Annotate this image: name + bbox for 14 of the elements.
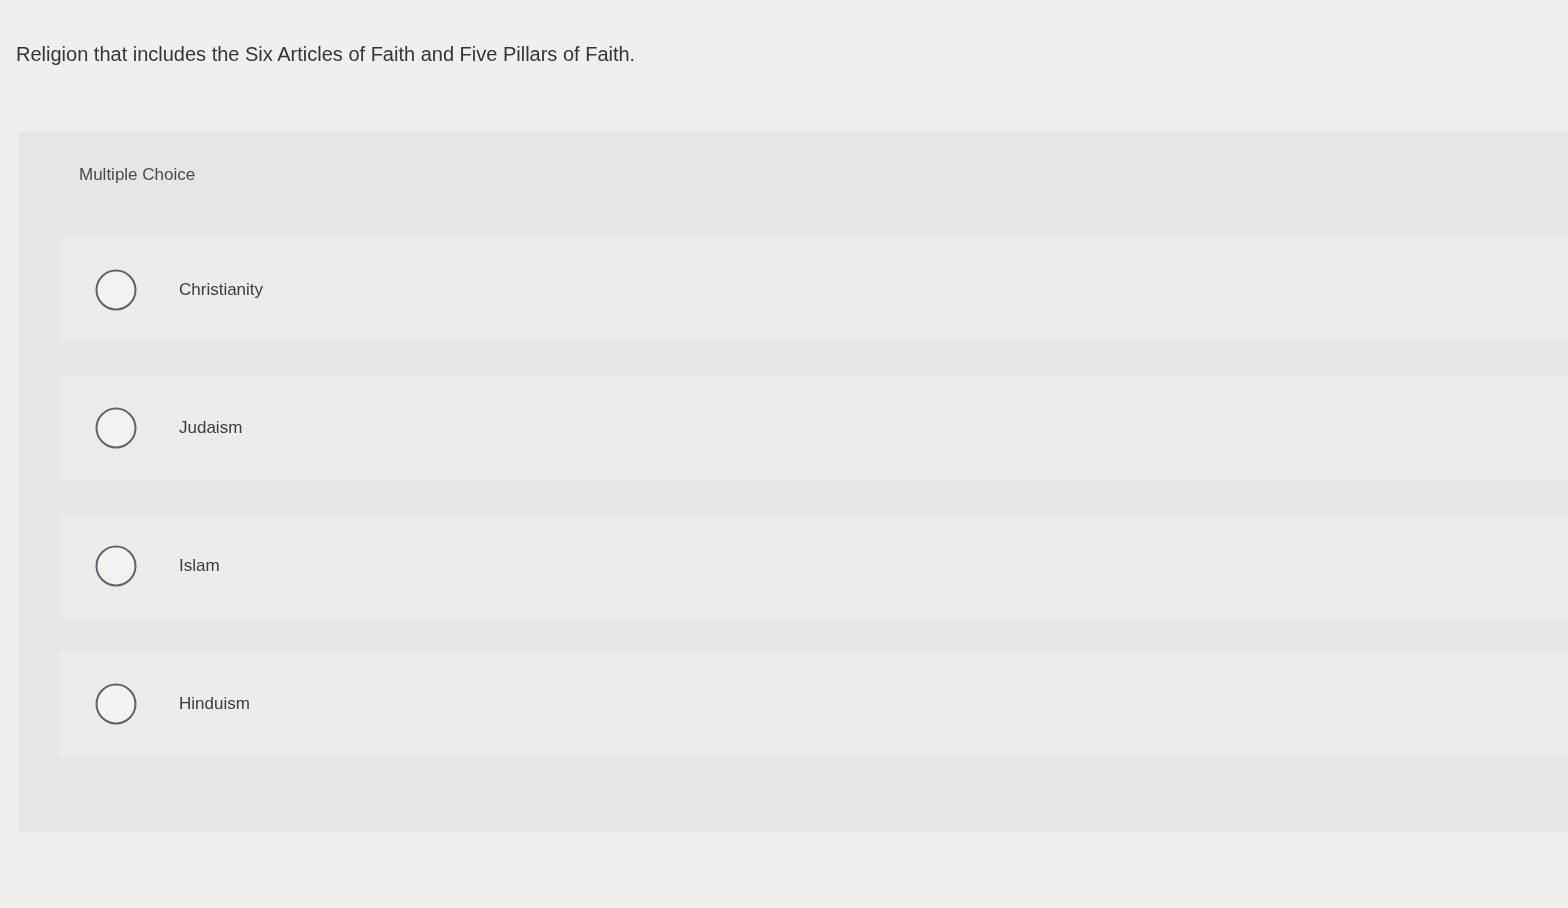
radio-button[interactable] <box>95 406 137 449</box>
answer-option[interactable]: Hinduism <box>60 651 1568 756</box>
radio-button[interactable] <box>95 544 137 587</box>
answer-option[interactable]: Judaism <box>60 375 1568 480</box>
radio-button[interactable] <box>95 682 137 725</box>
option-label: Islam <box>179 554 220 577</box>
answer-option[interactable]: Islam <box>60 513 1568 618</box>
radio-button[interactable] <box>95 268 137 311</box>
option-label: Judaism <box>179 416 243 439</box>
question-text: Religion that includes the Six Articles of Faith and Five Pillars of Faith. <box>16 42 636 67</box>
option-label: Christianity <box>179 278 264 301</box>
answer-option[interactable]: Christianity <box>60 237 1568 342</box>
answer-type-label: Multiple Choice <box>79 165 196 184</box>
option-label: Hinduism <box>179 692 250 715</box>
